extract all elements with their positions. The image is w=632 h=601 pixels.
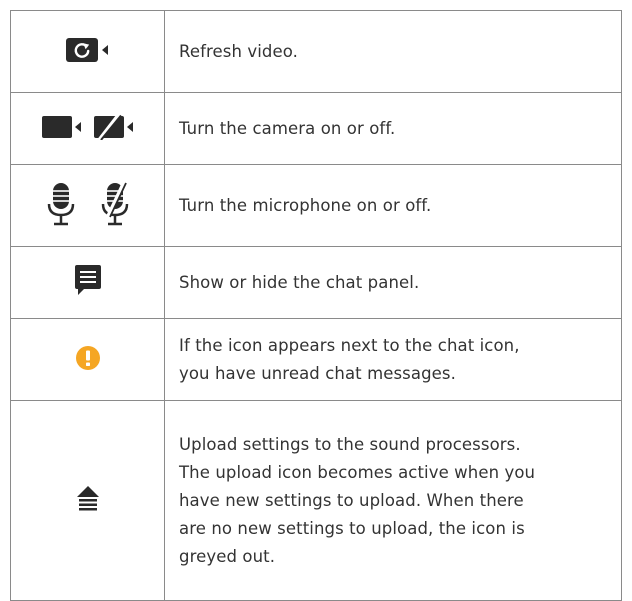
microphone-off-icon xyxy=(101,181,129,226)
icon-cell xyxy=(10,400,165,601)
description-cell: Show or hide the chat panel. xyxy=(164,246,622,319)
camera-icon xyxy=(41,115,82,139)
description-text: If the icon appears next to the chat ico… xyxy=(179,335,520,355)
description-text: Refresh video. xyxy=(179,41,298,61)
camera-off-icon xyxy=(93,114,134,140)
table-row: Refresh video. xyxy=(10,10,622,93)
icon-cell xyxy=(10,164,165,247)
description-text: greyed out. xyxy=(179,546,276,566)
icon-legend-table: Refresh video. Turn the camera on or off… xyxy=(10,10,622,601)
microphone-icon xyxy=(47,182,75,226)
description-text: you have unread chat messages. xyxy=(179,363,456,383)
description-text: have new settings to upload. When there xyxy=(179,490,524,510)
upload-icon xyxy=(76,485,100,513)
chat-icon xyxy=(74,264,102,298)
table-row: If the icon appears next to the chat ico… xyxy=(10,318,622,401)
description-cell: Upload settings to the sound processors.… xyxy=(164,400,622,601)
description-cell: If the icon appears next to the chat ico… xyxy=(164,318,622,401)
icon-cell xyxy=(10,92,165,165)
description-text: are no new settings to upload, the icon … xyxy=(179,518,525,538)
description-text: Turn the microphone on or off. xyxy=(179,195,432,215)
description-cell: Turn the microphone on or off. xyxy=(164,164,622,247)
table-row: Turn the microphone on or off. xyxy=(10,164,622,247)
description-text: The upload icon becomes active when you xyxy=(179,462,536,482)
description-text: Turn the camera on or off. xyxy=(179,118,396,138)
description-text: Upload settings to the sound processors. xyxy=(179,434,521,454)
description-text: Show or hide the chat panel. xyxy=(179,272,420,292)
unread-alert-icon xyxy=(75,345,101,371)
table-row: Turn the camera on or off. xyxy=(10,92,622,165)
icon-cell xyxy=(10,10,165,93)
icon-cell xyxy=(10,318,165,401)
refresh-video-icon xyxy=(65,37,110,62)
description-cell: Turn the camera on or off. xyxy=(164,92,622,165)
description-cell: Refresh video. xyxy=(164,10,622,93)
table-row: Show or hide the chat panel. xyxy=(10,246,622,319)
icon-cell xyxy=(10,246,165,319)
table-row: Upload settings to the sound processors.… xyxy=(10,400,622,601)
